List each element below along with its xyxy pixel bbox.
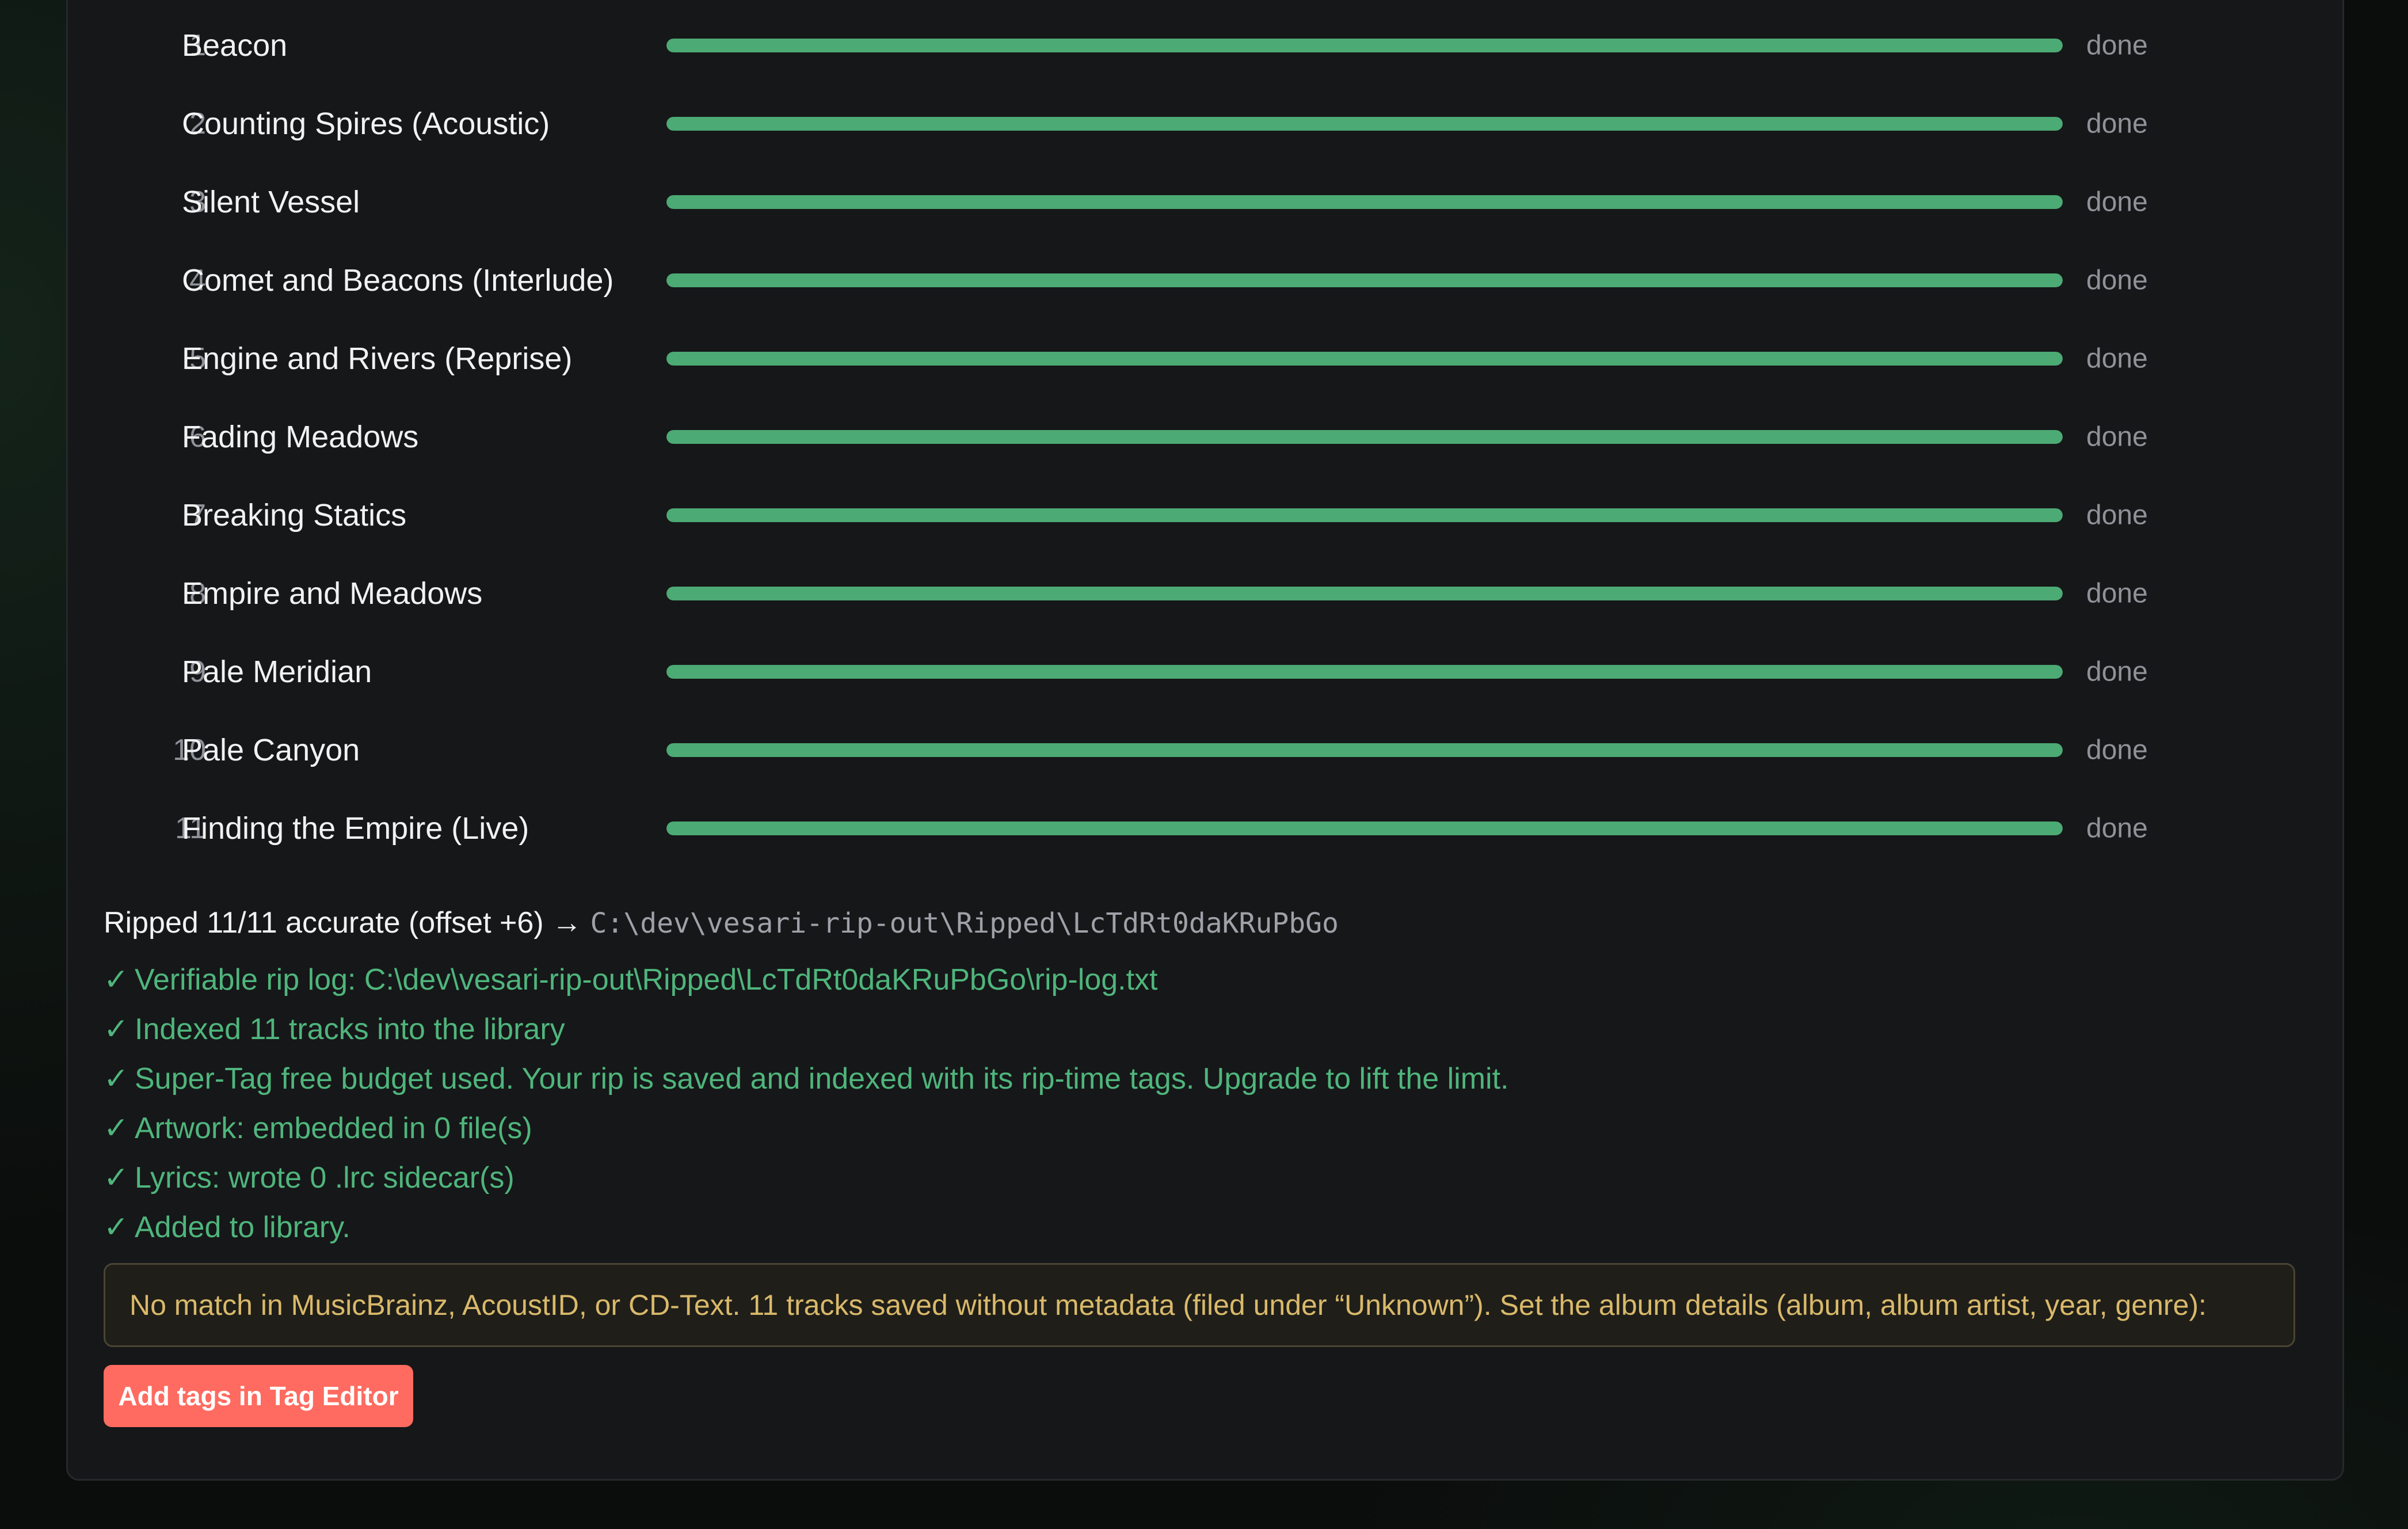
- track-progress-fill: [666, 117, 2063, 131]
- track-status: done: [2086, 656, 2148, 687]
- track-progress-bar: [666, 430, 2063, 444]
- track-row: 5 Engine and Rivers (Reprise) done: [68, 320, 2342, 398]
- track-progress-fill: [666, 665, 2063, 679]
- track-title: Breaking Statics: [182, 498, 407, 533]
- track-progress-fill: [666, 430, 2063, 444]
- rip-summary-text: Ripped 11/11 accurate (offset +6) →: [104, 906, 582, 940]
- track-status: done: [2086, 187, 2148, 218]
- track-status: done: [2086, 30, 2148, 61]
- track-progress-bar: [666, 587, 2063, 600]
- track-progress-fill: [666, 587, 2063, 600]
- track-progress-fill: [666, 39, 2063, 52]
- track-title: Counting Spires (Acoustic): [182, 107, 550, 141]
- track-progress-fill: [666, 273, 2063, 287]
- check-icon: ✓: [104, 1062, 129, 1096]
- track-status: done: [2086, 813, 2148, 844]
- track-progress-fill: [666, 195, 2063, 209]
- track-title: Fading Meadows: [182, 420, 419, 454]
- track-row: 1 Beacon done: [68, 6, 2342, 85]
- log-item: ✓ Added to library.: [104, 1203, 1509, 1252]
- track-row: 10 Pale Canyon done: [68, 711, 2342, 789]
- check-icon: ✓: [104, 1112, 129, 1145]
- track-title: Silent Vessel: [182, 185, 360, 219]
- track-row: 6 Fading Meadows done: [68, 398, 2342, 476]
- track-progress-fill: [666, 352, 2063, 366]
- track-status: done: [2086, 500, 2148, 531]
- log-item: ✓ Artwork: embedded in 0 file(s): [104, 1104, 1509, 1153]
- log-item: ✓ Lyrics: wrote 0 .lrc sidecar(s): [104, 1153, 1509, 1203]
- track-progress-bar: [666, 195, 2063, 209]
- log-item-text: Verifiable rip log: C:\dev\vesari-rip-ou…: [135, 963, 1158, 996]
- rip-summary: Ripped 11/11 accurate (offset +6) → C:\d…: [104, 906, 1339, 940]
- rip-log-list: ✓ Verifiable rip log: C:\dev\vesari-rip-o…: [104, 955, 1509, 1252]
- track-progress-fill: [666, 508, 2063, 522]
- track-title: Engine and Rivers (Reprise): [182, 341, 573, 376]
- track-progress-bar: [666, 665, 2063, 679]
- track-status: done: [2086, 735, 2148, 766]
- track-progress-bar: [666, 821, 2063, 835]
- log-item: ✓ Indexed 11 tracks into the library: [104, 1005, 1509, 1054]
- log-item-text: Lyrics: wrote 0 .lrc sidecar(s): [135, 1161, 515, 1195]
- track-progress-bar: [666, 508, 2063, 522]
- metadata-warning: No match in MusicBrainz, AcoustID, or CD…: [104, 1263, 2295, 1347]
- log-item-text: Artwork: embedded in 0 file(s): [135, 1112, 532, 1145]
- track-title: Pale Canyon: [182, 733, 360, 767]
- track-status: done: [2086, 108, 2148, 139]
- track-status: done: [2086, 421, 2148, 452]
- metadata-warning-text: No match in MusicBrainz, AcoustID, or CD…: [129, 1289, 2207, 1321]
- track-progress-bar: [666, 117, 2063, 131]
- track-row: 9 Pale Meridian done: [68, 633, 2342, 711]
- rip-results-panel: 1 Beacon done 2 Counting Spires (Acoustic) do…: [66, 0, 2344, 1481]
- track-status: done: [2086, 265, 2148, 296]
- track-progress-bar: [666, 39, 2063, 52]
- track-progress-bar: [666, 743, 2063, 757]
- log-item: ✓ Verifiable rip log: C:\dev\vesari-rip-o…: [104, 955, 1509, 1005]
- track-row: 11 Finding the Empire (Live) done: [68, 789, 2342, 868]
- check-icon: ✓: [104, 1161, 129, 1195]
- log-item-text: Added to library.: [135, 1211, 350, 1244]
- output-path[interactable]: C:\dev\vesari-rip-out\Ripped\LcTdRt0daKR…: [590, 907, 1339, 940]
- track-title: Beacon: [182, 28, 288, 63]
- track-title: Empire and Meadows: [182, 576, 483, 611]
- track-row: 4 Comet and Beacons (Interlude) done: [68, 241, 2342, 320]
- track-progress-bar: [666, 273, 2063, 287]
- track-progress-fill: [666, 743, 2063, 757]
- log-item-text: Super-Tag free budget used. Your rip is …: [135, 1062, 1509, 1096]
- track-status: done: [2086, 578, 2148, 609]
- track-title: Comet and Beacons (Interlude): [182, 263, 614, 298]
- check-icon: ✓: [104, 963, 129, 996]
- track-row: 3 Silent Vessel done: [68, 163, 2342, 241]
- track-title: Finding the Empire (Live): [182, 811, 529, 846]
- track-row: 7 Breaking Statics done: [68, 476, 2342, 554]
- log-item: ✓ Super-Tag free budget used. Your rip is…: [104, 1054, 1509, 1104]
- track-status: done: [2086, 343, 2148, 374]
- track-title: Pale Meridian: [182, 655, 372, 689]
- log-item-text: Indexed 11 tracks into the library: [135, 1013, 565, 1046]
- track-row: 8 Empire and Meadows done: [68, 554, 2342, 633]
- check-icon: ✓: [104, 1013, 129, 1046]
- check-icon: ✓: [104, 1211, 129, 1244]
- add-tags-button[interactable]: Add tags in Tag Editor: [104, 1365, 413, 1427]
- track-progress-bar: [666, 352, 2063, 366]
- track-progress-fill: [666, 821, 2063, 835]
- track-row: 2 Counting Spires (Acoustic) done: [68, 85, 2342, 163]
